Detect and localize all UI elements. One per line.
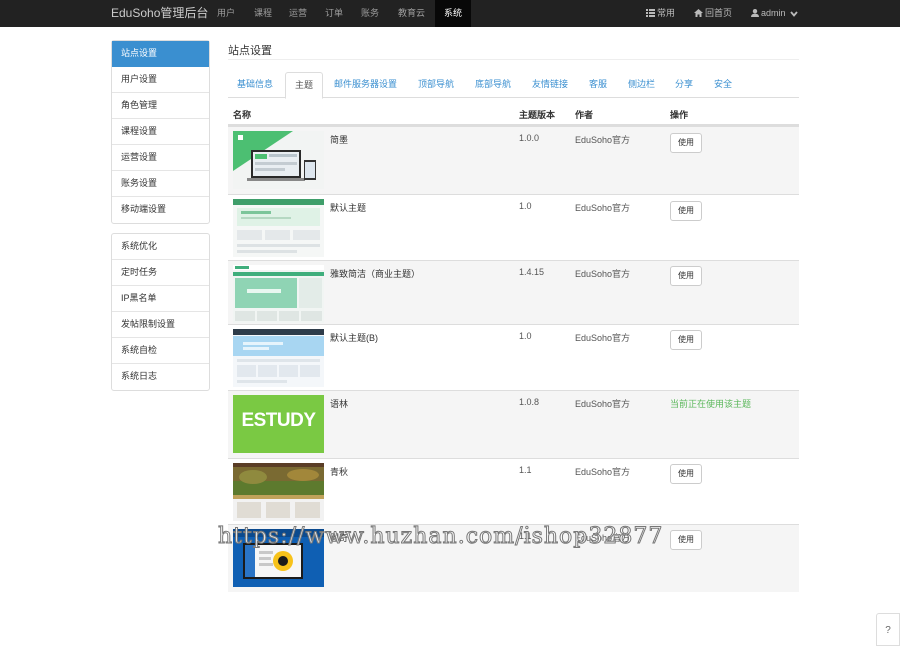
theme-version: 1.4.15 [519,267,545,277]
theme-author: EduSoho官方 [575,399,631,409]
theme-version: 1.0 [519,331,532,341]
table-row: 默认主题 1.0 EduSoho官方 使用 [228,194,799,260]
theme-name: 青秋 [330,467,349,477]
nav-finance[interactable]: 账务 [352,0,388,27]
use-theme-button[interactable]: 使用 [670,133,702,153]
theme-thumbnail-logo: ESTUDY [241,410,316,431]
theme-version: 1.1 [519,465,532,475]
sidebar-item-mobile-settings[interactable]: 移动端设置 [112,197,209,223]
sidebar-item-scheduled-tasks[interactable]: 定时任务 [112,260,209,286]
watermark: https://www.huzhan.com/ishop32877 [217,524,664,550]
theme-thumbnail: ESTUDY [233,395,324,453]
col-header-version: 主题版本 [519,110,556,120]
theme-thumbnail [233,199,324,257]
theme-thumbnail [233,329,324,387]
use-theme-button[interactable]: 使用 [670,266,702,286]
sidebar-item-post-limit-settings[interactable]: 发帖限制设置 [112,312,209,338]
theme-thumbnail [233,265,324,323]
nav-orders[interactable]: 订单 [316,0,352,27]
help-button[interactable]: ? [876,613,900,646]
table-row: 默认主题(B) 1.0 EduSoho官方 使用 [228,324,799,390]
user-icon [751,9,759,17]
sidebar-item-system-log[interactable]: 系统日志 [112,364,209,390]
top-navbar: EduSoho管理后台 用户 课程 运营 订单 账务 教育云 系统 常用 回首页… [0,0,900,27]
theme-name: 语林 [330,399,349,409]
sidebar-item-user-settings[interactable]: 用户设置 [112,67,209,93]
nav-system[interactable]: 系统 [435,0,471,27]
home-icon [694,9,703,17]
sidebar-item-site-settings[interactable]: 站点设置 [112,41,209,67]
tab-customer-service[interactable]: 客服 [580,72,616,98]
theme-version: 1.0.0 [519,133,540,143]
settings-tabs: 基础信息 主题 邮件服务器设置 顶部导航 底部导航 友情链接 客服 侧边栏 分享… [228,72,799,99]
theme-thumbnail [233,463,324,521]
col-header-name: 名称 [233,110,252,120]
theme-author: EduSoho官方 [575,467,631,477]
theme-name: 默认主题(B) [330,333,378,343]
table-row: ESTUDY 语林 1.0.8 EduSoho官方 当前正在使用该主题 [228,390,799,458]
user-name: admin [761,8,786,18]
tab-friend-links[interactable]: 友情链接 [523,72,577,98]
tab-sidebar[interactable]: 侧边栏 [619,72,664,98]
nav-home-label: 回首页 [705,8,733,18]
tab-footer-nav[interactable]: 底部导航 [466,72,520,98]
sidebar-item-operation-settings[interactable]: 运营设置 [112,145,209,171]
col-header-author: 作者 [575,110,594,120]
nav-edu-cloud[interactable]: 教育云 [389,0,434,27]
use-theme-button[interactable]: 使用 [670,464,702,484]
tab-security[interactable]: 安全 [705,72,741,98]
tab-top-nav[interactable]: 顶部导航 [409,72,463,98]
nav-operations[interactable]: 运营 [280,0,316,27]
tab-mail-server[interactable]: 邮件服务器设置 [325,72,406,98]
brand-title[interactable]: EduSoho管理后台 [111,0,208,27]
theme-version: 1.0 [519,201,532,211]
tab-share[interactable]: 分享 [666,72,702,98]
sidebar-item-system-check[interactable]: 系统自检 [112,338,209,364]
theme-author: EduSoho官方 [575,269,631,279]
theme-version: 1.0.8 [519,397,540,407]
list-icon [646,9,655,17]
col-header-action: 操作 [670,110,689,120]
page-title: 站点设置 [228,45,272,57]
table-row: 简墨 1.0.0 EduSoho官方 使用 [228,126,799,194]
theme-name: 简墨 [330,135,349,145]
sidebar-item-role-management[interactable]: 角色管理 [112,93,209,119]
theme-author: EduSoho官方 [575,135,631,145]
user-menu[interactable]: admin [751,0,800,27]
sidebar-item-ip-blacklist[interactable]: IP黑名单 [112,286,209,312]
theme-author: EduSoho官方 [575,203,631,213]
sidebar-item-course-settings[interactable]: 课程设置 [112,119,209,145]
nav-courses[interactable]: 课程 [245,0,281,27]
theme-name: 默认主题 [330,203,367,213]
tab-theme[interactable]: 主题 [285,72,324,99]
nav-common-label: 常用 [657,8,676,18]
tab-basic-info[interactable]: 基础信息 [228,72,282,98]
theme-author: EduSoho官方 [575,333,631,343]
table-row: 雅致简洁（商业主题） 1.4.15 EduSoho官方 使用 [228,260,799,324]
use-theme-button[interactable]: 使用 [670,530,702,550]
nav-home[interactable]: 回首页 [694,0,732,27]
sidebar-group-system: 系统优化 定时任务 IP黑名单 发帖限制设置 系统自检 系统日志 [111,233,210,391]
theme-thumbnail [233,131,324,189]
nav-common[interactable]: 常用 [646,0,675,27]
chevron-down-icon [790,11,798,17]
sidebar-item-finance-settings[interactable]: 账务设置 [112,171,209,197]
table-row: 青秋 1.1 EduSoho官方 使用 [228,458,799,524]
theme-name: 雅致简洁（商业主题） [330,269,421,279]
current-theme-label: 当前正在使用该主题 [670,399,752,409]
sidebar-group-settings: 站点设置 用户设置 角色管理 课程设置 运营设置 账务设置 移动端设置 [111,40,210,224]
title-divider [228,59,799,60]
sidebar-item-system-optimization[interactable]: 系统优化 [112,234,209,260]
help-icon: ? [885,625,891,636]
use-theme-button[interactable]: 使用 [670,330,702,350]
nav-users[interactable]: 用户 [208,0,244,27]
use-theme-button[interactable]: 使用 [670,201,702,221]
